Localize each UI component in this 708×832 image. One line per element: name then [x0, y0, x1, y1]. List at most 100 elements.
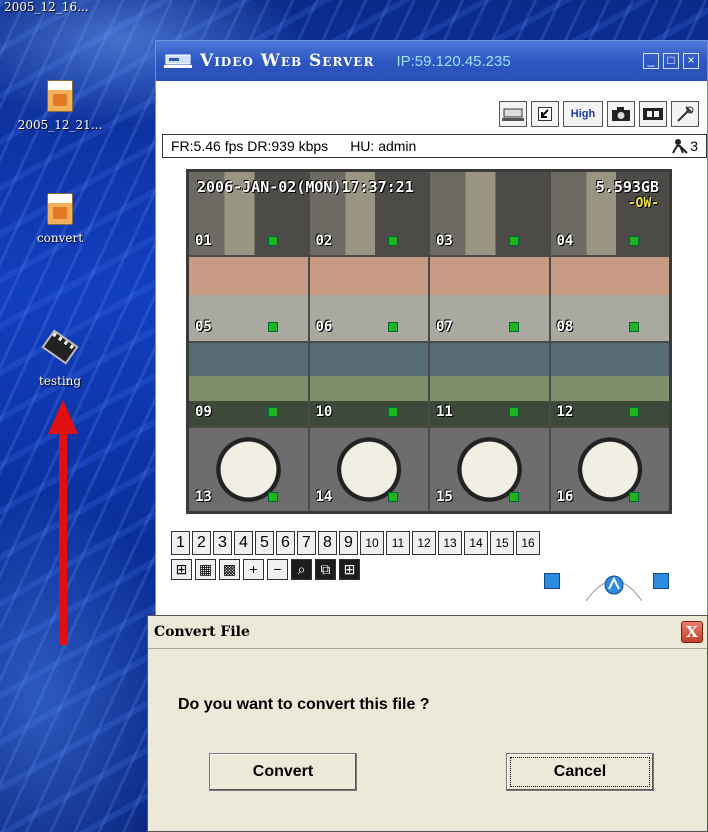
ptz-left-button[interactable]	[544, 573, 560, 589]
channel-button[interactable]: 5	[255, 531, 274, 555]
channel-button[interactable]: 2	[192, 531, 211, 555]
camera-status-icon	[508, 406, 519, 417]
ptz-right-button[interactable]	[653, 573, 669, 589]
settings-button[interactable]	[671, 101, 699, 127]
layout-9-button[interactable]: ▦	[195, 559, 216, 580]
camera-cell[interactable]: 08	[550, 257, 669, 341]
channel-button[interactable]: 7	[297, 531, 316, 555]
user-count: 3	[690, 138, 698, 154]
user-text: HU: admin	[350, 138, 417, 154]
vws-title: Video Web Server	[200, 51, 375, 71]
channel-button[interactable]: 13	[438, 531, 462, 555]
camera-cell[interactable]: 13	[189, 427, 308, 511]
quality-high-button[interactable]: High	[563, 101, 603, 127]
desktop-icon-label: testing	[38, 374, 82, 388]
dialog-title: Convert File	[154, 624, 250, 640]
camera-cell[interactable]: 16	[550, 427, 669, 511]
channel-selector: 1 2 3 4 5 6 7 8 9 10 11 12 13 14 15 16	[171, 531, 542, 555]
camera-status-icon	[267, 406, 278, 417]
channel-button[interactable]: 1	[171, 531, 190, 555]
channel-button[interactable]: 11	[386, 531, 410, 555]
vws-ip: IP:59.120.45.235	[396, 52, 511, 70]
layout-16-button[interactable]: ▩	[219, 559, 240, 580]
server-settings-button[interactable]	[499, 101, 527, 127]
online-users: 3	[672, 138, 698, 154]
osd-overwrite: -OW-	[627, 196, 659, 211]
desktop-icon-label: 2005_12_21...	[17, 118, 103, 132]
view-layout-toolbar: ⊞ ▦ ▩ + − ⌕ ⧉ ⊞	[171, 559, 360, 580]
vws-titlebar[interactable]: Video Web Server IP:59.120.45.235 _ □ ×	[156, 41, 707, 81]
layout-4-button[interactable]: ⊞	[171, 559, 192, 580]
video-file-icon	[41, 329, 79, 370]
desktop-icon-label: convert	[36, 231, 84, 245]
camera-cell[interactable]: 12	[550, 342, 669, 426]
close-button[interactable]: ×	[683, 53, 699, 69]
channel-button[interactable]: 9	[339, 531, 358, 555]
file-icon	[44, 193, 76, 227]
camera-cell[interactable]: 06	[309, 257, 428, 341]
osd-datetime: 2006-JAN-02(MON)17:37:21	[197, 178, 414, 196]
channel-button[interactable]: 14	[464, 531, 488, 555]
camera-cell[interactable]: 05	[189, 257, 308, 341]
camera-status-icon	[508, 321, 519, 332]
camera-status-icon	[267, 321, 278, 332]
red-arrow-annotation	[48, 400, 78, 645]
channel-button[interactable]: 12	[412, 531, 436, 555]
film-icon	[643, 108, 663, 120]
osd-disk-size: 5.593GB	[595, 178, 659, 196]
minimize-view-button[interactable]	[531, 101, 559, 127]
convert-file-dialog: Convert File X Do you want to convert th…	[147, 615, 708, 832]
channel-button[interactable]: 16	[516, 531, 540, 555]
channel-button[interactable]: 8	[318, 531, 337, 555]
desktop-icon-testing[interactable]: testing	[5, 329, 115, 388]
users-icon	[672, 139, 688, 154]
camera-status-icon	[629, 406, 639, 417]
dialog-close-button[interactable]: X	[681, 621, 703, 643]
camera-status-icon	[508, 236, 519, 247]
camera-icon	[612, 107, 630, 121]
channel-button[interactable]: 3	[213, 531, 232, 555]
zoom-in-button[interactable]: +	[243, 559, 264, 580]
camera-cell[interactable]: 14	[309, 427, 428, 511]
record-button[interactable]	[639, 101, 667, 127]
server-logo-icon	[164, 53, 192, 69]
channel-button[interactable]: 10	[360, 531, 384, 555]
channel-button[interactable]: 4	[234, 531, 253, 555]
camera-cell[interactable]: 11	[430, 342, 549, 426]
desktop-icon-convert[interactable]: convert	[5, 193, 115, 245]
channel-button[interactable]: 6	[276, 531, 295, 555]
cancel-button[interactable]: Cancel	[506, 753, 654, 791]
minimize-button[interactable]: _	[643, 53, 659, 69]
camera-cell[interactable]: 03	[430, 172, 549, 256]
channel-button[interactable]: 15	[490, 531, 514, 555]
dialog-message: Do you want to convert this file ?	[178, 696, 430, 713]
desktop-icon-2005-12-21[interactable]: 2005_12_21...	[5, 80, 115, 132]
search-button[interactable]: ⌕	[291, 559, 312, 580]
camera-grid: 2006-JAN-02(MON)17:37:21 5.593GB -OW- 01…	[186, 169, 672, 514]
camera-cell[interactable]: 09	[189, 342, 308, 426]
camera-status-icon	[267, 236, 278, 247]
server-icon	[502, 108, 524, 121]
camera-status-icon	[629, 492, 639, 502]
video-web-server-window: Video Web Server IP:59.120.45.235 _ □ × …	[155, 40, 708, 640]
camera-cell[interactable]: 07	[430, 257, 549, 341]
quad-button[interactable]: ⊞	[339, 559, 360, 580]
camera-cell[interactable]: 15	[430, 427, 549, 511]
file-icon	[44, 80, 76, 114]
camera-cell[interactable]: 10	[309, 342, 428, 426]
frame-rate-text: FR:5.46 fps DR:939 kbps	[171, 138, 329, 154]
snapshot-button[interactable]	[607, 101, 635, 127]
desktop-icon-label-top[interactable]: 2005_12_16...	[4, 0, 89, 14]
zoom-out-button[interactable]: −	[267, 559, 288, 580]
camera-status-icon	[629, 321, 639, 332]
dialog-titlebar[interactable]: Convert File X	[148, 616, 707, 649]
maximize-button[interactable]: □	[663, 53, 679, 69]
camera-status-icon	[388, 236, 398, 247]
pip-button[interactable]: ⧉	[315, 559, 336, 580]
camera-status-icon	[629, 236, 639, 247]
camera-status-icon	[388, 321, 398, 332]
tools-icon	[677, 106, 694, 122]
camera-status-icon	[388, 492, 398, 502]
ptz-up-button[interactable]	[586, 561, 642, 601]
convert-button[interactable]: Convert	[209, 753, 357, 791]
